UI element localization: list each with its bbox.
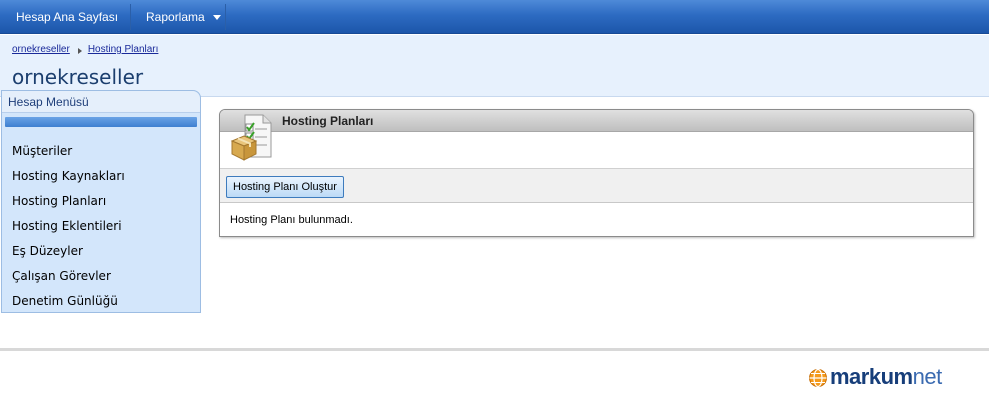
account-menu-sidebar: Hesap Menüsü Müşteriler Hosting Kaynakla… [1, 90, 201, 313]
footer-divider [0, 348, 989, 351]
nav-separator [225, 4, 226, 30]
logo-text: markum [830, 364, 913, 389]
sidebar-item-hosting-plans[interactable]: Hosting Planları [2, 189, 200, 214]
chevron-right-icon [77, 48, 82, 54]
nav-reports-label: Raporlama [146, 10, 205, 24]
nav-home-link[interactable]: Hesap Ana Sayfası [4, 0, 130, 34]
chevron-down-icon [212, 15, 221, 21]
hosting-plans-panel: Hosting Planları Hosting Planı Oluştur H… [219, 109, 974, 237]
logo-text-suffix: net [912, 364, 943, 389]
nav-home-label: Hesap Ana Sayfası [16, 10, 119, 24]
top-nav-bar: Hesap Ana Sayfası Raporlama [0, 0, 989, 34]
hosting-plans-box-icon [229, 113, 279, 163]
empty-state-message: Hosting Planı bulunmadı. [230, 214, 353, 226]
nav-separator [130, 4, 131, 30]
breadcrumb: ornekreseller Hosting Planları [12, 44, 158, 55]
create-hosting-plan-button[interactable]: Hosting Planı Oluştur [226, 176, 344, 198]
panel-icon-row [220, 132, 973, 168]
nav-reports-menu[interactable]: Raporlama [134, 0, 233, 34]
sidebar-item-customers[interactable]: Müşteriler [2, 139, 200, 164]
panel-title: Hosting Planları [282, 114, 374, 128]
sidebar-item-hosting-resources[interactable]: Hosting Kaynakları [2, 164, 200, 189]
breadcrumb-account-link[interactable]: ornekreseller [12, 44, 70, 55]
sidebar-item-hosting-addons[interactable]: Hosting Eklentileri [2, 214, 200, 239]
markumnet-logo: markumnet [808, 364, 978, 394]
page-title: ornekreseller [12, 65, 144, 89]
logo-wordmark: markumnet [830, 364, 942, 390]
sidebar-header-bar [5, 117, 197, 127]
page-header: ornekreseller Hosting Planları ornekresel… [0, 35, 989, 97]
breadcrumb-hosting-plans-link[interactable]: Hosting Planları [88, 44, 159, 55]
globe-icon [809, 368, 827, 388]
sidebar-item-peers[interactable]: Eş Düzeyler [2, 239, 200, 264]
sidebar-header: Hesap Menüsü [2, 91, 200, 113]
sidebar-item-running-tasks[interactable]: Çalışan Görevler [2, 264, 200, 289]
sidebar-item-audit-log[interactable]: Denetim Günlüğü [2, 289, 200, 314]
panel-toolbar: Hosting Planı Oluştur [220, 168, 973, 203]
sidebar-menu-list: Müşteriler Hosting Kaynakları Hosting Pl… [2, 139, 200, 314]
